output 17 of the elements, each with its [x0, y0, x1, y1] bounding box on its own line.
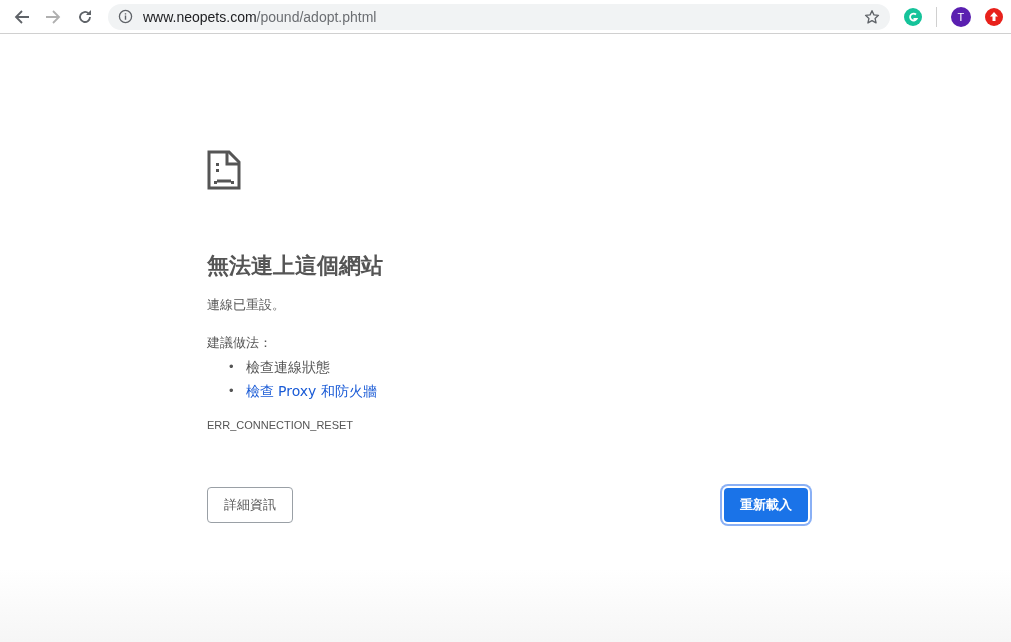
bullet: • [229, 382, 234, 400]
error-message: 連線已重設。 [207, 296, 286, 314]
suggestion-text: 檢查連線狀態 [245, 358, 330, 377]
suggestions-label: 建議做法： [207, 334, 273, 352]
sad-page-icon [207, 150, 241, 190]
profile-avatar[interactable]: T [951, 6, 971, 27]
suggestion-link[interactable]: 檢查 Proxy 和防火牆 [245, 381, 377, 401]
info-icon[interactable] [118, 9, 133, 24]
address-bar[interactable]: www.neopets.com/pound/adopt.phtml [108, 3, 890, 30]
star-icon[interactable] [864, 8, 880, 25]
details-button[interactable]: 詳細資訊 [207, 487, 293, 523]
grammar-check-icon[interactable] [904, 7, 922, 26]
bullet: • [229, 358, 234, 376]
url-host: www.neopets.com [143, 8, 257, 25]
url-path: /pound/adopt.phtml [256, 8, 377, 25]
error-title: 無法連上這個網站 [207, 252, 384, 280]
error-code: ERR_CONNECTION_RESET [207, 419, 355, 431]
